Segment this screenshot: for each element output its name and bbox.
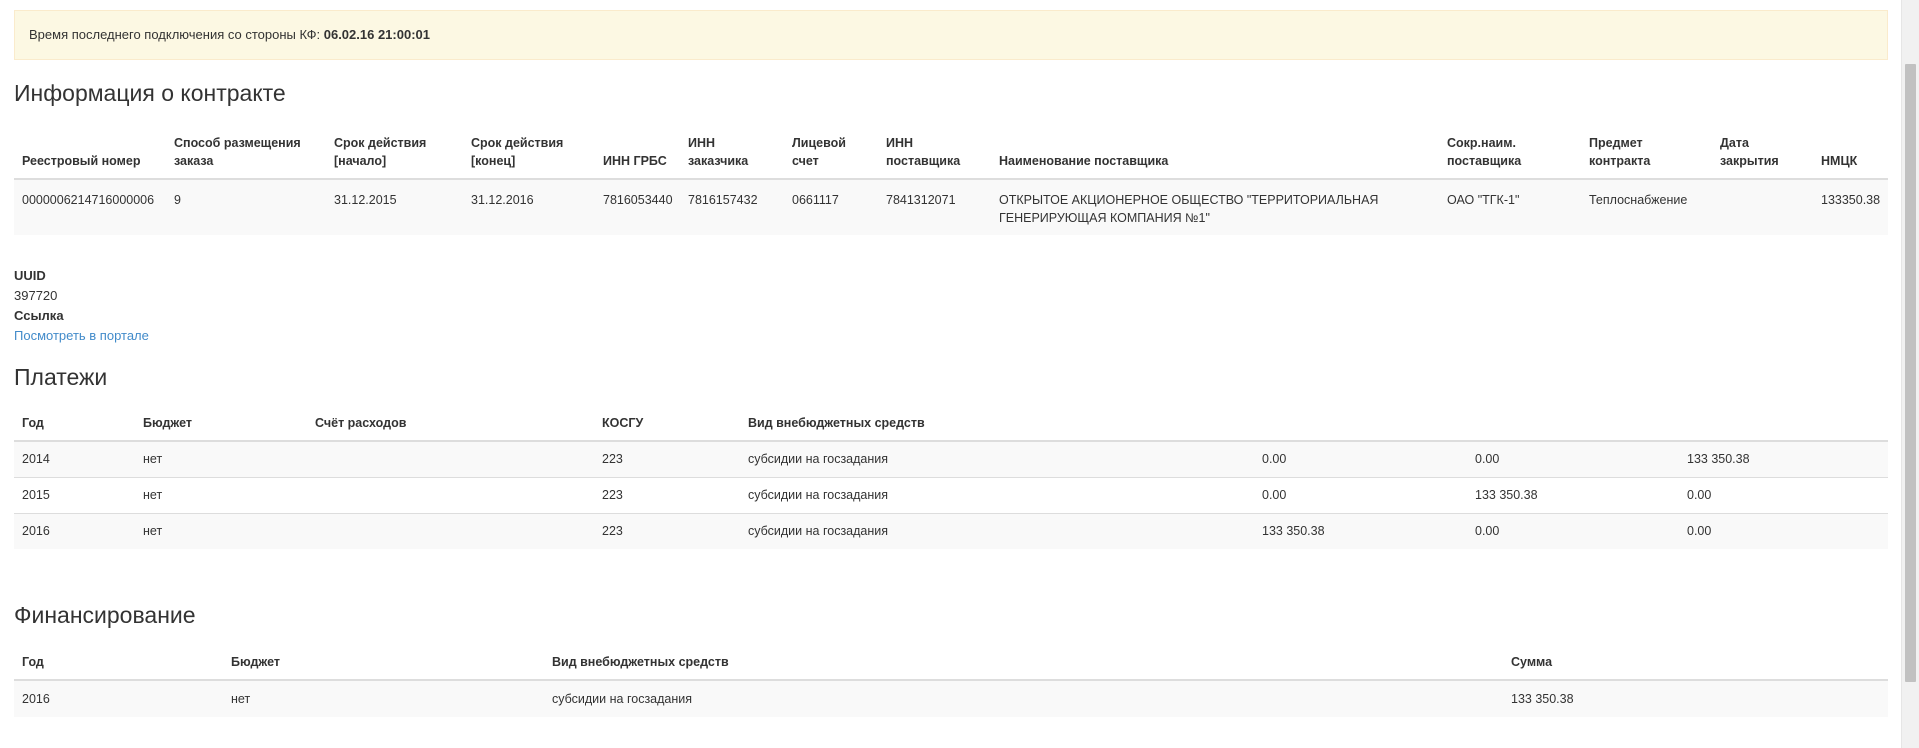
cell-placement-method: 9 xyxy=(166,178,326,235)
col-year: Год xyxy=(14,404,135,442)
col-personal-account: Лицевой счет xyxy=(784,122,878,180)
cell-registry-number: 0000006214716000006 xyxy=(14,178,166,235)
cell-year: 2016 xyxy=(14,679,223,717)
cell-validity-start: 31.12.2015 xyxy=(326,178,463,235)
table-row: 2016 нет субсидии на госзадания 133 350.… xyxy=(14,679,1888,717)
col-validity-start: Срок действия [начало] xyxy=(326,122,463,180)
table-row: 2016 нет 223 субсидии на госзадания 133 … xyxy=(14,513,1888,549)
table-row: 2015 нет 223 субсидии на госзадания 0.00… xyxy=(14,477,1888,514)
col-extrabudget-type: Вид внебюджетных средств xyxy=(740,404,1254,442)
col-sum: Сумма xyxy=(1503,642,1888,681)
payments-title: Платежи xyxy=(14,364,108,390)
col-kosgu: КОСГУ xyxy=(594,404,740,442)
contract-table: Реестровый номер Способ размещения заказ… xyxy=(14,122,1888,235)
col-supplier-name: Наименование поставщика xyxy=(991,122,1439,180)
cell-extrabudget-type: субсидии на госзадания xyxy=(740,477,1254,514)
vertical-scrollbar[interactable] xyxy=(1901,0,1919,748)
cell-amount-1: 0.00 xyxy=(1254,477,1467,514)
link-label: Ссылка xyxy=(14,308,64,323)
cell-close-date xyxy=(1712,178,1813,235)
col-amount-2 xyxy=(1467,404,1679,442)
cell-nmck: 133350.38 xyxy=(1813,178,1888,235)
cell-supplier-name: ОТКРЫТОЕ АКЦИОНЕРНОЕ ОБЩЕСТВО "ТЕРРИТОРИ… xyxy=(991,178,1439,235)
cell-personal-account: 0661117 xyxy=(784,178,878,235)
col-amount-3 xyxy=(1679,404,1888,442)
cell-inn-grbs: 7816053440 xyxy=(595,178,680,235)
cell-kosgu: 223 xyxy=(594,513,740,549)
col-validity-end: Срок действия [конец] xyxy=(463,122,595,180)
cell-extrabudget-type: субсидии на госзадания xyxy=(740,513,1254,549)
cell-budget: нет xyxy=(223,679,544,717)
last-connection-label: Время последнего подключения со стороны … xyxy=(29,27,321,42)
cell-year: 2016 xyxy=(14,513,135,549)
cell-amount-3: 0.00 xyxy=(1679,513,1888,549)
col-inn-supplier: ИНН поставщика xyxy=(878,122,991,180)
col-inn-customer: ИНН заказчика xyxy=(680,122,784,180)
col-expense-account: Счёт расходов xyxy=(307,404,594,442)
financing-table: Год Бюджет Вид внебюджетных средств Сумм… xyxy=(14,642,1888,717)
col-amount-1 xyxy=(1254,404,1467,442)
cell-inn-supplier: 7841312071 xyxy=(878,178,991,235)
contract-info-title: Информация о контракте xyxy=(14,80,286,106)
cell-supplier-short-name: ОАО "ТГК-1" xyxy=(1439,178,1581,235)
col-registry-number: Реестровый номер xyxy=(14,122,166,180)
cell-amount-1: 133 350.38 xyxy=(1254,513,1467,549)
cell-budget: нет xyxy=(135,513,307,549)
uuid-label: UUID xyxy=(14,268,46,283)
contract-header-row: Реестровый номер Способ размещения заказ… xyxy=(14,122,1888,180)
cell-year: 2015 xyxy=(14,477,135,514)
cell-contract-subject: Теплоснабжение xyxy=(1581,178,1712,235)
financing-title: Финансирование xyxy=(14,602,196,628)
contract-meta: UUID 397720 Ссылка Посмотреть в портале xyxy=(14,266,149,346)
cell-amount-3: 0.00 xyxy=(1679,477,1888,514)
scrollbar-thumb[interactable] xyxy=(1905,64,1916,682)
cell-kosgu: 223 xyxy=(594,477,740,514)
cell-expense-account xyxy=(307,477,594,514)
cell-amount-2: 0.00 xyxy=(1467,440,1679,478)
cell-expense-account xyxy=(307,440,594,478)
cell-budget: нет xyxy=(135,477,307,514)
uuid-value: 397720 xyxy=(14,288,58,303)
last-connection-value: 06.02.16 21:00:01 xyxy=(323,27,430,42)
col-placement-method: Способ размещения заказа xyxy=(166,122,326,180)
payments-header-row: Год Бюджет Счёт расходов КОСГУ Вид внебю… xyxy=(14,404,1888,442)
col-budget: Бюджет xyxy=(223,642,544,681)
col-supplier-short-name: Сокр.наим. поставщика xyxy=(1439,122,1581,180)
last-connection-alert: Время последнего подключения со стороны … xyxy=(14,10,1888,60)
col-extrabudget-type: Вид внебюджетных средств xyxy=(544,642,1503,681)
financing-header-row: Год Бюджет Вид внебюджетных средств Сумм… xyxy=(14,642,1888,681)
cell-extrabudget-type: субсидии на госзадания xyxy=(544,679,1503,717)
cell-kosgu: 223 xyxy=(594,440,740,478)
table-row: 2014 нет 223 субсидии на госзадания 0.00… xyxy=(14,440,1888,478)
col-contract-subject: Предмет контракта xyxy=(1581,122,1712,180)
cell-inn-customer: 7816157432 xyxy=(680,178,784,235)
view-in-portal-link[interactable]: Посмотреть в портале xyxy=(14,328,149,343)
cell-expense-account xyxy=(307,513,594,549)
cell-validity-end: 31.12.2016 xyxy=(463,178,595,235)
col-budget: Бюджет xyxy=(135,404,307,442)
col-close-date: Дата закрытия xyxy=(1712,122,1813,180)
table-row: 0000006214716000006 9 31.12.2015 31.12.2… xyxy=(14,178,1888,235)
cell-amount-2: 0.00 xyxy=(1467,513,1679,549)
cell-extrabudget-type: субсидии на госзадания xyxy=(740,440,1254,478)
cell-amount-3: 133 350.38 xyxy=(1679,440,1888,478)
col-nmck: НМЦК xyxy=(1813,122,1888,180)
cell-amount-1: 0.00 xyxy=(1254,440,1467,478)
col-year: Год xyxy=(14,642,223,681)
cell-year: 2014 xyxy=(14,440,135,478)
cell-budget: нет xyxy=(135,440,307,478)
col-inn-grbs: ИНН ГРБС xyxy=(595,122,680,180)
cell-sum: 133 350.38 xyxy=(1503,679,1888,717)
page-content: Время последнего подключения со стороны … xyxy=(14,0,1888,717)
payments-table: Год Бюджет Счёт расходов КОСГУ Вид внебю… xyxy=(14,404,1888,549)
cell-amount-2: 133 350.38 xyxy=(1467,477,1679,514)
